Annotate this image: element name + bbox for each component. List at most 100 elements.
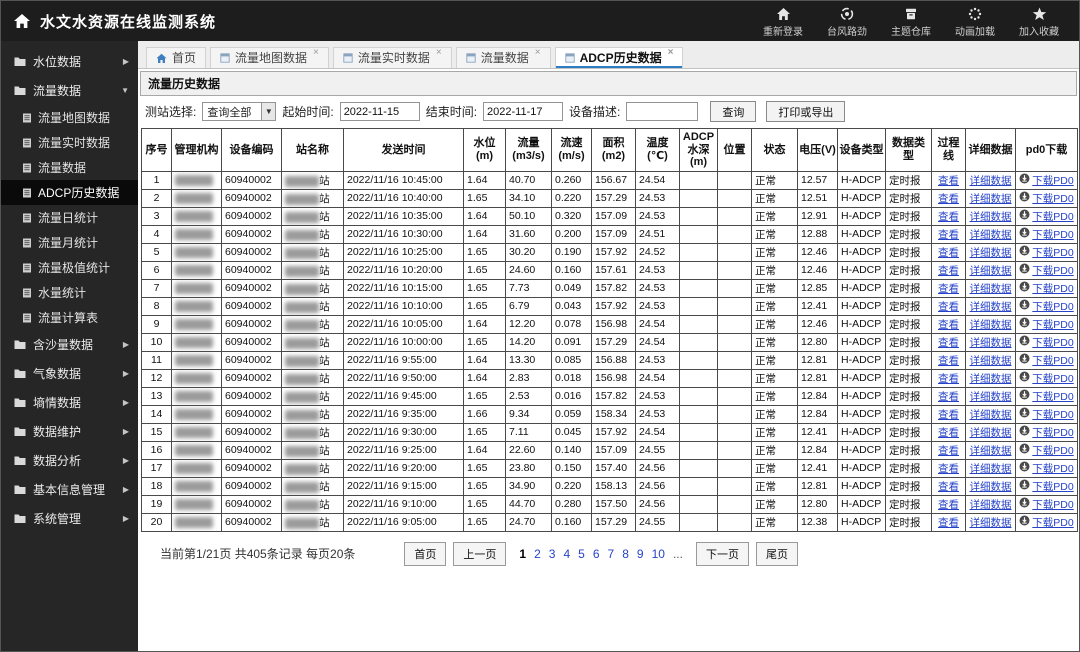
sidebar-subitem[interactable]: ADCP历史数据 bbox=[1, 180, 138, 205]
next-page-button[interactable]: 下一页 bbox=[695, 541, 749, 566]
process-line-link[interactable]: 查看 bbox=[938, 353, 959, 368]
detail-data-link[interactable]: 详细数据 bbox=[970, 497, 1012, 512]
pd0-download-link[interactable]: 下载PD0 bbox=[1019, 389, 1074, 404]
process-line-link[interactable]: 查看 bbox=[938, 389, 959, 404]
process-line-link[interactable]: 查看 bbox=[938, 335, 959, 350]
detail-data-link[interactable]: 详细数据 bbox=[970, 173, 1012, 188]
pd0-download-link[interactable]: 下载PD0 bbox=[1019, 173, 1074, 188]
detail-data-link[interactable]: 详细数据 bbox=[970, 407, 1012, 422]
detail-data-link[interactable]: 详细数据 bbox=[970, 371, 1012, 386]
process-line-link[interactable]: 查看 bbox=[938, 443, 959, 458]
sidebar-item[interactable]: 系统管理 ▶ bbox=[1, 504, 138, 533]
pd0-download-link[interactable]: 下载PD0 bbox=[1019, 461, 1074, 476]
sidebar-subitem[interactable]: 流量数据 bbox=[1, 155, 138, 180]
detail-data-link[interactable]: 详细数据 bbox=[970, 191, 1012, 206]
sidebar-item[interactable]: 基本信息管理 ▶ bbox=[1, 475, 138, 504]
pd0-download-link[interactable]: 下载PD0 bbox=[1019, 281, 1074, 296]
pd0-download-link[interactable]: 下载PD0 bbox=[1019, 245, 1074, 260]
sidebar-item[interactable]: 数据维护 ▶ bbox=[1, 417, 138, 446]
close-icon[interactable]: × bbox=[535, 48, 541, 58]
top-nav-item[interactable]: 台风路劲 bbox=[819, 4, 875, 38]
sidebar-subitem[interactable]: 水量统计 bbox=[1, 280, 138, 305]
process-line-link[interactable]: 查看 bbox=[938, 425, 959, 440]
top-nav-item[interactable]: 重新登录 bbox=[755, 4, 811, 38]
pd0-download-link[interactable]: 下载PD0 bbox=[1019, 209, 1074, 224]
pd0-download-link[interactable]: 下载PD0 bbox=[1019, 353, 1074, 368]
page-number-link[interactable]: 10 bbox=[652, 547, 665, 561]
sidebar-subitem[interactable]: 流量日统计 bbox=[1, 205, 138, 230]
detail-data-link[interactable]: 详细数据 bbox=[970, 299, 1012, 314]
detail-data-link[interactable]: 详细数据 bbox=[970, 227, 1012, 242]
tab-item[interactable]: 首页 bbox=[146, 47, 207, 68]
pd0-download-link[interactable]: 下载PD0 bbox=[1019, 479, 1074, 494]
close-icon[interactable]: × bbox=[436, 48, 442, 58]
top-nav-item[interactable]: 主题仓库 bbox=[883, 4, 939, 38]
pd0-download-link[interactable]: 下载PD0 bbox=[1019, 443, 1074, 458]
pd0-download-link[interactable]: 下载PD0 bbox=[1019, 263, 1074, 278]
pd0-download-link[interactable]: 下载PD0 bbox=[1019, 335, 1074, 350]
detail-data-link[interactable]: 详细数据 bbox=[970, 443, 1012, 458]
page-number-link[interactable]: 4 bbox=[563, 547, 570, 561]
page-number-link[interactable]: 8 bbox=[622, 547, 629, 561]
pd0-download-link[interactable]: 下载PD0 bbox=[1019, 425, 1074, 440]
pd0-download-link[interactable]: 下载PD0 bbox=[1019, 371, 1074, 386]
query-button[interactable]: 查询 bbox=[710, 101, 757, 122]
process-line-link[interactable]: 查看 bbox=[938, 263, 959, 278]
process-line-link[interactable]: 查看 bbox=[938, 497, 959, 512]
sidebar-item[interactable]: 数据分析 ▶ bbox=[1, 446, 138, 475]
pd0-download-link[interactable]: 下载PD0 bbox=[1019, 497, 1074, 512]
detail-data-link[interactable]: 详细数据 bbox=[970, 461, 1012, 476]
pd0-download-link[interactable]: 下载PD0 bbox=[1019, 317, 1074, 332]
detail-data-link[interactable]: 详细数据 bbox=[970, 353, 1012, 368]
last-page-button[interactable]: 尾页 bbox=[755, 541, 798, 566]
pd0-download-link[interactable]: 下载PD0 bbox=[1019, 515, 1074, 530]
top-nav-item[interactable]: 加入收藏 bbox=[1011, 4, 1067, 38]
page-number-link[interactable]: 9 bbox=[637, 547, 644, 561]
sidebar-item[interactable]: 流量数据 ▼ bbox=[1, 76, 138, 105]
process-line-link[interactable]: 查看 bbox=[938, 209, 959, 224]
tab-item[interactable]: 流量地图数据 × bbox=[210, 47, 329, 68]
page-number-link[interactable]: 7 bbox=[608, 547, 615, 561]
pd0-download-link[interactable]: 下载PD0 bbox=[1019, 299, 1074, 314]
close-icon[interactable]: × bbox=[668, 48, 674, 58]
top-nav-item[interactable]: 动画加载 bbox=[947, 4, 1003, 38]
detail-data-link[interactable]: 详细数据 bbox=[970, 209, 1012, 224]
detail-data-link[interactable]: 详细数据 bbox=[970, 317, 1012, 332]
tab-item[interactable]: 流量数据 × bbox=[455, 47, 551, 68]
sidebar-item[interactable]: 墒情数据 ▶ bbox=[1, 388, 138, 417]
station-select[interactable]: 查询全部 ▼ bbox=[202, 102, 277, 121]
detail-data-link[interactable]: 详细数据 bbox=[970, 515, 1012, 530]
tab-item[interactable]: 流量实时数据 × bbox=[332, 47, 452, 68]
pd0-download-link[interactable]: 下载PD0 bbox=[1019, 407, 1074, 422]
tab-item[interactable]: ADCP历史数据 × bbox=[554, 47, 684, 68]
start-date-input[interactable] bbox=[339, 102, 420, 121]
sidebar-item[interactable]: 含沙量数据 ▶ bbox=[1, 330, 138, 359]
prev-page-button[interactable]: 上一页 bbox=[453, 541, 507, 566]
process-line-link[interactable]: 查看 bbox=[938, 173, 959, 188]
detail-data-link[interactable]: 详细数据 bbox=[970, 425, 1012, 440]
sidebar-subitem[interactable]: 流量实时数据 bbox=[1, 130, 138, 155]
first-page-button[interactable]: 首页 bbox=[404, 541, 447, 566]
pd0-download-link[interactable]: 下载PD0 bbox=[1019, 227, 1074, 242]
pd0-download-link[interactable]: 下载PD0 bbox=[1019, 191, 1074, 206]
process-line-link[interactable]: 查看 bbox=[938, 191, 959, 206]
detail-data-link[interactable]: 详细数据 bbox=[970, 335, 1012, 350]
process-line-link[interactable]: 查看 bbox=[938, 245, 959, 260]
process-line-link[interactable]: 查看 bbox=[938, 371, 959, 386]
process-line-link[interactable]: 查看 bbox=[938, 227, 959, 242]
sidebar-item[interactable]: 水位数据 ▶ bbox=[1, 47, 138, 76]
close-icon[interactable]: × bbox=[313, 48, 319, 58]
process-line-link[interactable]: 查看 bbox=[938, 479, 959, 494]
process-line-link[interactable]: 查看 bbox=[938, 515, 959, 530]
detail-data-link[interactable]: 详细数据 bbox=[970, 263, 1012, 278]
process-line-link[interactable]: 查看 bbox=[938, 299, 959, 314]
sidebar-subitem[interactable]: 流量地图数据 bbox=[1, 105, 138, 130]
print-export-button[interactable]: 打印或导出 bbox=[766, 101, 846, 122]
sidebar-subitem[interactable]: 流量计算表 bbox=[1, 305, 138, 330]
detail-data-link[interactable]: 详细数据 bbox=[970, 281, 1012, 296]
sidebar-subitem[interactable]: 流量极值统计 bbox=[1, 255, 138, 280]
process-line-link[interactable]: 查看 bbox=[938, 461, 959, 476]
device-desc-input[interactable] bbox=[626, 102, 699, 121]
detail-data-link[interactable]: 详细数据 bbox=[970, 245, 1012, 260]
page-number-link[interactable]: 6 bbox=[593, 547, 600, 561]
